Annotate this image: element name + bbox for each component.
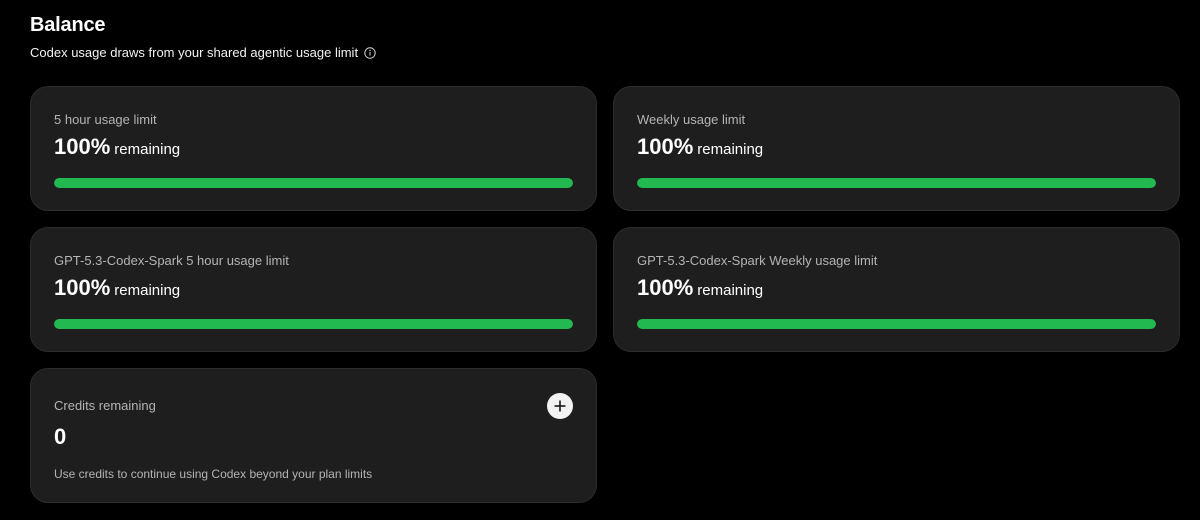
- usage-card-spark-weekly: GPT-5.3-Codex-Spark Weekly usage limit 1…: [613, 227, 1180, 352]
- usage-progress-bar: [637, 319, 1156, 329]
- add-credits-button[interactable]: [547, 393, 573, 419]
- credits-card: Credits remaining 0 Use credits to conti…: [30, 368, 597, 503]
- plus-icon: [553, 399, 567, 413]
- usage-percent: 100%: [637, 275, 694, 300]
- info-icon[interactable]: [364, 46, 376, 59]
- usage-suffix: remaining: [697, 282, 764, 299]
- usage-percent: 100%: [637, 134, 694, 159]
- usage-percent: 100%: [54, 134, 111, 159]
- usage-progress-bar: [54, 319, 573, 329]
- usage-suffix: remaining: [114, 282, 181, 299]
- usage-progress-fill: [54, 319, 573, 329]
- credits-value: 0: [54, 424, 67, 449]
- usage-card-value: 100% remaining: [637, 275, 763, 301]
- usage-card-spark-5-hour: GPT-5.3-Codex-Spark 5 hour usage limit 1…: [30, 227, 597, 352]
- credits-note: Use credits to continue using Codex beyo…: [54, 467, 373, 481]
- usage-suffix: remaining: [697, 141, 764, 158]
- usage-card-value: 100% remaining: [637, 134, 763, 160]
- usage-card-value: 100% remaining: [54, 275, 180, 301]
- usage-card-5-hour: 5 hour usage limit 100% remaining: [30, 86, 597, 211]
- page-title: Balance: [30, 14, 106, 36]
- usage-progress-bar: [637, 178, 1156, 188]
- subtitle-text: Codex usage draws from your shared agent…: [30, 45, 359, 60]
- usage-progress-fill: [637, 178, 1156, 188]
- usage-progress-fill: [637, 319, 1156, 329]
- usage-percent: 100%: [54, 275, 111, 300]
- usage-card-weekly: Weekly usage limit 100% remaining: [613, 86, 1180, 211]
- usage-card-label: GPT-5.3-Codex-Spark 5 hour usage limit: [54, 253, 289, 268]
- balance-page: Balance Codex usage draws from your shar…: [0, 0, 1200, 520]
- credits-label: Credits remaining: [54, 398, 156, 413]
- usage-progress-bar: [54, 178, 573, 188]
- page-subtitle: Codex usage draws from your shared agent…: [30, 45, 376, 60]
- usage-card-value: 100% remaining: [54, 134, 180, 160]
- usage-card-label: 5 hour usage limit: [54, 112, 157, 127]
- usage-card-label: Weekly usage limit: [637, 112, 746, 127]
- usage-card-label: GPT-5.3-Codex-Spark Weekly usage limit: [637, 253, 878, 268]
- usage-progress-fill: [54, 178, 573, 188]
- usage-suffix: remaining: [114, 141, 181, 158]
